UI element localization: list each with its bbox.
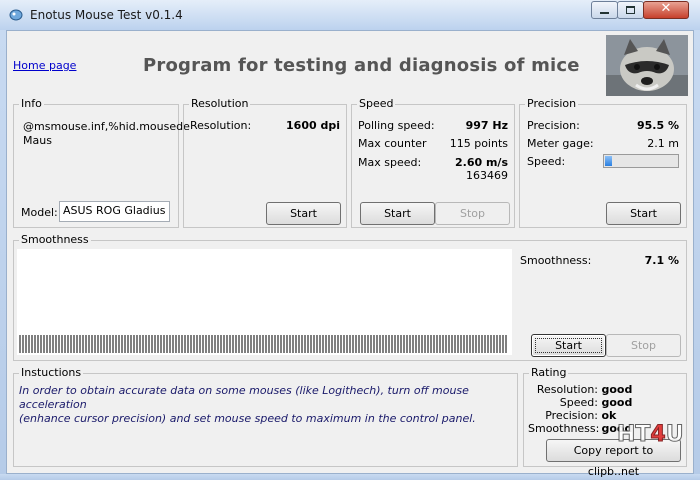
smoothness-label: Smoothness:: [520, 254, 592, 267]
window-frame-right: [694, 30, 700, 480]
rating-group-title: Rating: [529, 366, 569, 379]
close-button[interactable]: ✕: [643, 1, 689, 19]
smoothness-plot: [17, 249, 512, 355]
meter-gage-label: Meter gage:: [527, 137, 594, 150]
rating-row: Speed: good: [528, 396, 678, 409]
info-line-1: @msmouse.inf,%hid.mousede: [23, 120, 190, 133]
info-line-2: Maus: [23, 134, 52, 147]
mouse-app-icon: [9, 9, 23, 21]
rating-row-label: Resolution:: [536, 383, 598, 396]
model-label: Model:: [21, 206, 58, 219]
resolution-group-title: Resolution: [189, 97, 251, 110]
info-text: @msmouse.inf,%hid.mousede Maus: [23, 120, 190, 148]
rating-row-label: Speed:: [559, 396, 598, 409]
precision-value: 95.5 %: [637, 119, 679, 132]
precision-speed-label: Speed:: [527, 155, 566, 168]
max-speed-label: Max speed:: [358, 156, 422, 169]
rating-row-value: good: [601, 396, 633, 409]
speed-extra-value: 163469: [466, 169, 508, 182]
max-counter-label: Max counter: [358, 137, 427, 150]
maximize-icon: [626, 6, 635, 14]
smoothness-start-button[interactable]: Start: [531, 334, 606, 357]
minimize-icon: [600, 12, 609, 14]
polling-value: 997 Hz: [465, 119, 508, 132]
smoothness-group-title: Smoothness: [19, 233, 91, 246]
max-speed-value: 2.60 m/s: [455, 156, 508, 169]
model-input[interactable]: ASUS ROG Gladius: [59, 201, 170, 222]
resolution-start-button[interactable]: Start: [266, 202, 341, 225]
instructions-line-1: In order to obtain accurate data on some…: [19, 384, 469, 411]
watermark-four: 4: [650, 422, 666, 448]
model-input-value: ASUS ROG Gladius: [63, 204, 166, 217]
rating-row: Resolution: good: [528, 383, 678, 396]
resolution-label: Resolution:: [190, 119, 252, 132]
rating-row-value: good: [601, 383, 633, 396]
smoothness-plot-svg: [19, 335, 507, 353]
ht4u-watermark-logo: HT4U: [616, 422, 684, 448]
rating-row-value: ok: [601, 409, 617, 422]
instructions-group-title: Instuctions: [19, 366, 84, 379]
window-title: Enotus Mouse Test v0.1.4: [30, 8, 183, 22]
speed-group-title: Speed: [357, 97, 396, 110]
watermark-prefix: HT: [616, 422, 651, 448]
precision-label: Precision:: [527, 119, 580, 132]
rating-row-label: Smoothness:: [528, 422, 600, 435]
watermark-suffix: U: [665, 422, 684, 448]
max-counter-value: 115 points: [449, 137, 508, 150]
page-title: Program for testing and diagnosis of mic…: [143, 55, 580, 76]
smoothness-value: 7.1 %: [644, 254, 679, 267]
precision-group-title: Precision: [525, 97, 579, 110]
instructions-text: In order to obtain accurate data on some…: [19, 384, 514, 426]
home-page-link[interactable]: Home page: [13, 59, 76, 72]
rating-row: Precision: ok: [528, 409, 678, 422]
instructions-line-2: (enhance cursor precision) and set mouse…: [19, 412, 476, 425]
close-icon: ✕: [660, 1, 672, 16]
smoothness-stop-button[interactable]: Stop: [606, 334, 681, 357]
precision-speed-bar: [603, 154, 679, 168]
maximize-button[interactable]: [617, 1, 644, 19]
speed-start-button[interactable]: Start: [360, 202, 435, 225]
info-group-title: Info: [19, 97, 44, 110]
minimize-button[interactable]: [591, 1, 618, 19]
precision-start-button[interactable]: Start: [606, 202, 681, 225]
precision-speed-bar-fill: [605, 156, 612, 166]
polling-label: Polling speed:: [358, 119, 435, 132]
resolution-value: 1600 dpi: [286, 119, 340, 132]
meter-gage-value: 2.1 m: [647, 137, 679, 150]
rating-row-label: Precision:: [545, 409, 598, 422]
speed-stop-button[interactable]: Stop: [435, 202, 510, 225]
raccoon-photo: [606, 35, 688, 96]
